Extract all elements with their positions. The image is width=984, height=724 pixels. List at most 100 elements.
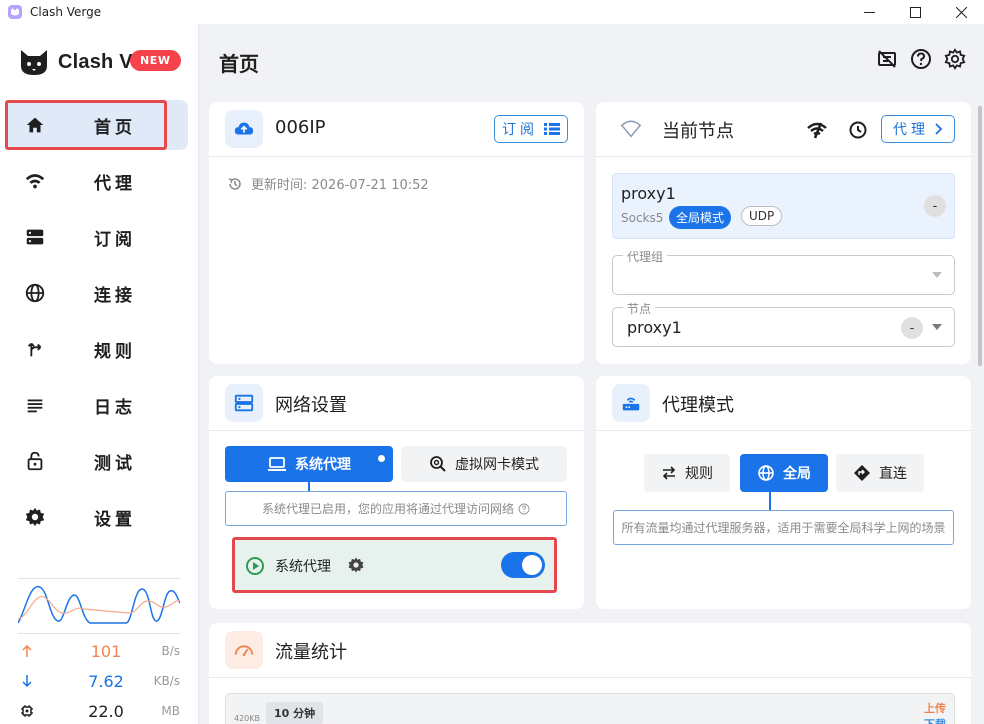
mode-global-label: 全局	[783, 466, 811, 482]
sidebar-item-test[interactable]: 测试	[6, 436, 188, 486]
globe-icon	[758, 465, 774, 481]
new-badge: NEW	[130, 50, 181, 71]
wifi-icon	[25, 174, 45, 189]
dropdown-caret-icon	[932, 324, 942, 330]
proxy-settings-gear-icon[interactable]	[347, 556, 365, 574]
sidebar-item-settings[interactable]: 设置	[6, 492, 188, 542]
node-label: 节点	[623, 300, 656, 317]
window-title: Clash Verge	[30, 5, 102, 19]
tab-tun-mode-label: 虚拟网卡模式	[455, 457, 539, 473]
memory-chip-icon	[21, 705, 33, 717]
brand: Clash Verge NEW	[18, 46, 181, 78]
download-speed-value: 7.62	[88, 671, 124, 691]
mode-rule-label: 规则	[685, 466, 713, 482]
settings-gear-icon[interactable]	[944, 48, 966, 70]
traffic-stats-title: 流量统计	[275, 642, 347, 663]
update-time: 更新时间: 2026-07-21 10:52	[227, 174, 429, 193]
page-title: 首页	[219, 52, 259, 76]
memory-stat[interactable]: 22.0 MB	[18, 696, 180, 724]
go-to-proxy-button[interactable]: 代理	[881, 115, 955, 143]
sidebar-item-home[interactable]: 首页	[6, 100, 188, 150]
time-range-chip[interactable]: 10 分钟	[266, 702, 324, 724]
sidebar-item-label: 订阅	[94, 229, 136, 250]
mode-direct-label: 直连	[879, 466, 907, 482]
memory-unit: MB	[161, 704, 180, 718]
app-logo-icon	[8, 5, 22, 19]
clock-icon[interactable]	[847, 119, 869, 141]
legend-upload: 上传	[924, 702, 946, 715]
mode-info: 所有流量均通过代理服务器，适用于需要全局科学上网的场景	[613, 510, 954, 545]
sidebar-item-rules[interactable]: 规则	[6, 324, 188, 374]
maximize-button[interactable]	[892, 0, 938, 24]
current-proxy-type: Socks5	[621, 211, 664, 225]
storage-icon	[26, 229, 44, 245]
maximize-icon	[909, 6, 921, 18]
dns-icon	[225, 384, 263, 422]
sidebar-item-connections[interactable]: 连接	[6, 268, 188, 318]
system-proxy-toggle[interactable]	[501, 552, 545, 578]
traffic-stats: 101 B/s 7.62 KB/s 22.0 MB	[18, 636, 180, 724]
traffic-chart[interactable]: 10 分钟 420KB 上传 下载	[225, 693, 955, 724]
current-proxy-item[interactable]: proxy1 Socks5 全局模式 UDP -	[612, 173, 955, 239]
status-dot	[378, 455, 385, 462]
upload-speed-unit: B/s	[161, 644, 180, 658]
current-node-card: 当前节点 代理 proxy1 Socks5 全局模式 UDP - 代理组 节点 …	[596, 102, 971, 364]
help-icon[interactable]	[910, 48, 932, 70]
go-to-proxy-label: 代理	[893, 122, 929, 138]
memory-value: 22.0	[88, 701, 124, 721]
system-proxy-row: 系统代理	[235, 540, 555, 590]
proxy-mode-title: 代理模式	[662, 395, 734, 416]
sidebar-item-label: 代理	[94, 173, 136, 194]
profile-name: 006IP	[275, 117, 326, 138]
current-proxy-name: proxy1	[621, 184, 676, 203]
current-proxy-delay[interactable]: -	[924, 195, 946, 217]
minimize-button[interactable]	[846, 0, 892, 24]
lock-icon	[27, 451, 43, 471]
traffic-stats-header: 流量统计	[209, 623, 971, 678]
play-circle-icon	[246, 557, 264, 575]
home-icon	[26, 117, 44, 133]
subscribe-button[interactable]: 订阅	[494, 115, 568, 143]
sidebar-item-label: 设置	[94, 509, 136, 530]
gear-icon	[25, 507, 45, 527]
network-settings-header: 网络设置	[209, 376, 584, 431]
signal-wifi-icon	[612, 110, 650, 148]
y-axis-tick: 420KB	[234, 714, 261, 723]
laptop-icon	[268, 457, 286, 471]
close-icon	[955, 6, 967, 18]
sidebar-item-proxy[interactable]: 代理	[6, 156, 188, 206]
proxy-group-select[interactable]: 代理组	[612, 248, 955, 295]
lightweight-mode-icon[interactable]	[876, 48, 898, 70]
sidebar-item-logs[interactable]: 日志	[6, 380, 188, 430]
update-time-text: 更新时间: 2026-07-21 10:52	[251, 178, 429, 193]
download-speed-unit: KB/s	[153, 674, 180, 688]
sidebar-item-label: 首页	[94, 117, 136, 138]
help-circle-icon[interactable]	[518, 503, 530, 515]
sidebar-item-label: 测试	[94, 453, 136, 474]
router-icon	[612, 384, 650, 422]
sidebar-item-label: 连接	[94, 285, 136, 306]
node-value: proxy1	[627, 318, 682, 337]
close-button[interactable]	[938, 0, 984, 24]
sidebar: Clash Verge NEW 首页 代理 订阅 连接 规则 日志	[0, 24, 199, 724]
mode-global-button[interactable]: 全局	[740, 454, 828, 492]
tab-system-proxy[interactable]: 系统代理	[225, 446, 393, 482]
profile-card: 006IP 订阅 更新时间: 2026-07-21 10:52	[209, 102, 584, 364]
system-proxy-info-text: 系统代理已启用，您的应用将通过代理访问网络	[261, 502, 514, 516]
globe-icon	[25, 283, 45, 303]
node-delay[interactable]: -	[901, 317, 923, 339]
speed-gauge-icon	[225, 631, 263, 669]
zoom-search-icon	[430, 456, 446, 472]
sidebar-item-label: 规则	[94, 341, 136, 362]
traffic-stats-card: 流量统计 10 分钟 420KB 上传 下载	[209, 623, 971, 724]
main-scrollbar[interactable]	[978, 106, 982, 366]
arrow-down-icon	[22, 675, 32, 688]
mode-direct-button[interactable]: 直连	[836, 454, 924, 492]
tab-tun-mode[interactable]: 虚拟网卡模式	[401, 446, 567, 482]
mode-rule-button[interactable]: 规则	[644, 454, 730, 492]
swap-icon	[662, 466, 676, 480]
node-select[interactable]: 节点 proxy1 -	[612, 300, 955, 347]
upload-stat: 101 B/s	[18, 636, 180, 666]
sidebar-item-profiles[interactable]: 订阅	[6, 212, 188, 262]
tab-system-proxy-label: 系统代理	[295, 457, 351, 473]
